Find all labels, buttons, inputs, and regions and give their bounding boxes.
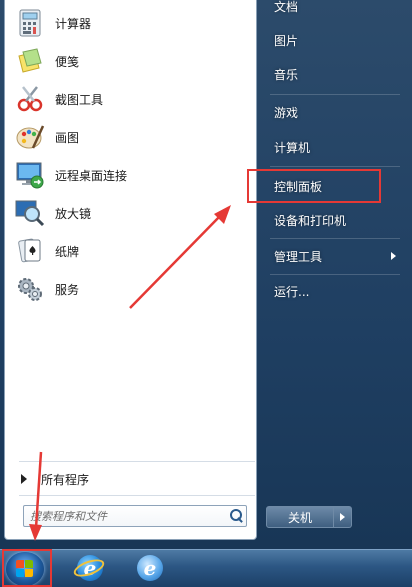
right-item-documents[interactable]: 文档: [266, 0, 406, 21]
right-item-admin-tools[interactable]: 管理工具: [266, 241, 406, 271]
internet-explorer-icon: e: [137, 555, 163, 581]
program-item-sticky-notes[interactable]: 便笺: [9, 42, 253, 80]
programs-separator: [19, 461, 255, 462]
program-label: 纸牌: [55, 244, 80, 259]
start-orb[interactable]: [6, 552, 44, 586]
program-label: 截图工具: [55, 92, 104, 107]
right-separator: [270, 166, 400, 167]
calculator-icon: [15, 8, 45, 38]
program-item-solitaire[interactable]: 纸牌: [9, 232, 253, 270]
program-label: 计算器: [55, 16, 92, 31]
services-icon: [15, 274, 45, 304]
magnifier-icon: [15, 198, 45, 228]
right-item-music[interactable]: 音乐: [266, 59, 406, 89]
search-box: [23, 505, 247, 527]
right-item-computer[interactable]: 计算机: [266, 132, 406, 162]
program-label: 便笺: [55, 54, 80, 69]
all-programs-label: 所有程序: [41, 472, 90, 487]
shutdown-options-button[interactable]: [334, 506, 352, 528]
chevron-right-icon: [391, 252, 396, 260]
taskbar-ie-button[interactable]: e: [71, 552, 108, 584]
right-item-label: 管理工具: [274, 249, 323, 264]
program-label: 服务: [55, 282, 80, 297]
right-separator: [270, 94, 400, 95]
all-programs-button[interactable]: 所有程序: [9, 468, 253, 490]
right-separator: [270, 274, 400, 275]
shutdown-group: 关机: [266, 506, 354, 528]
shutdown-label: 关机: [287, 510, 312, 525]
program-label: 画图: [55, 130, 80, 145]
program-item-snipping-tool[interactable]: 截图工具: [9, 80, 253, 118]
program-item-remote-desktop[interactable]: 远程桌面连接: [9, 156, 253, 194]
right-item-label: 计算机: [274, 140, 311, 155]
right-item-label: 控制面板: [274, 179, 323, 194]
right-item-label: 音乐: [274, 67, 299, 82]
program-label: 放大镜: [55, 206, 92, 221]
triangle-right-icon: [21, 474, 27, 484]
program-item-services[interactable]: 服务: [9, 270, 253, 308]
right-item-label: 图片: [274, 33, 299, 48]
program-item-calculator[interactable]: 计算器: [9, 4, 253, 42]
program-item-paint[interactable]: 画图: [9, 118, 253, 156]
right-separator: [270, 238, 400, 239]
windows-flag-icon: [16, 560, 34, 578]
paint-icon: [15, 122, 45, 152]
remote-desktop-icon: [15, 160, 45, 190]
right-item-label: 游戏: [274, 105, 299, 120]
search-separator: [19, 495, 255, 496]
start-menu: 计算器 便笺 截图工具 画图 远程桌面连接 放大镜 纸牌 服务 所有程序 搜索程…: [0, 0, 412, 549]
solitaire-icon: [15, 236, 45, 266]
program-label: 远程桌面连接: [55, 168, 128, 183]
right-item-label: 文档: [274, 0, 299, 14]
search-icon[interactable]: [228, 508, 244, 524]
sticky-notes-icon: [15, 46, 45, 76]
right-item-control-panel[interactable]: 控制面板: [266, 171, 406, 201]
right-item-label: 设备和打印机: [274, 213, 347, 228]
taskbar-ie-button-2[interactable]: e: [132, 552, 168, 584]
snipping-tool-icon: [15, 84, 45, 114]
right-item-label: 运行...: [274, 284, 310, 299]
right-item-devices-and-printers[interactable]: 设备和打印机: [266, 205, 406, 235]
taskbar: [0, 549, 412, 587]
right-item-pictures[interactable]: 图片: [266, 25, 406, 55]
right-item-run[interactable]: 运行...: [266, 276, 406, 306]
program-item-magnifier[interactable]: 放大镜: [9, 194, 253, 232]
shutdown-button[interactable]: 关机: [266, 506, 334, 528]
programs-pane: 计算器 便笺 截图工具 画图 远程桌面连接 放大镜 纸牌 服务 所有程序 搜索程…: [4, 0, 257, 540]
search-input[interactable]: [30, 507, 226, 525]
right-item-games[interactable]: 游戏: [266, 97, 406, 127]
